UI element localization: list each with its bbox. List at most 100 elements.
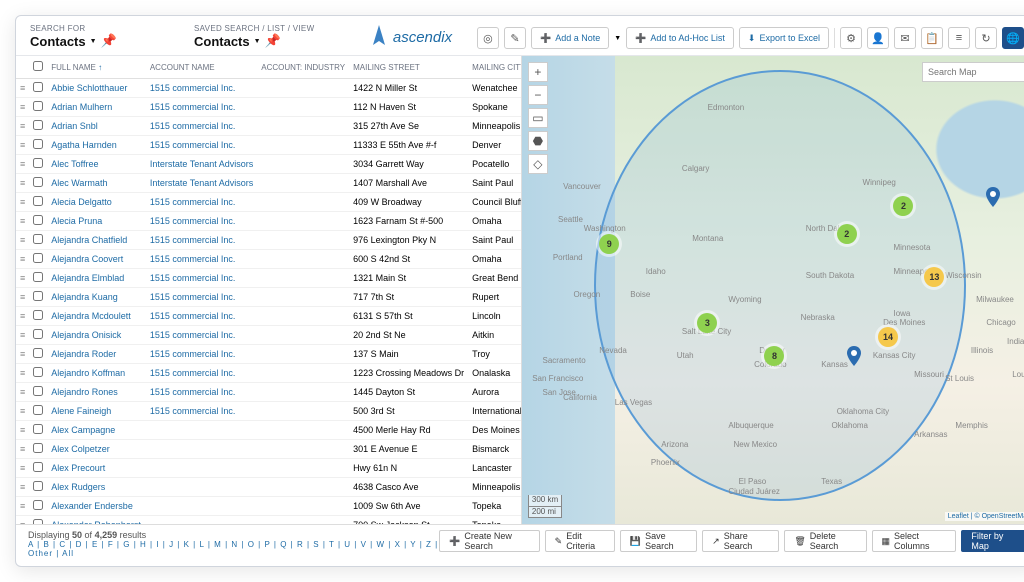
row-handle-icon[interactable]: ≡	[16, 326, 29, 345]
cell-account[interactable]: Interstate Tenant Advisors	[146, 174, 257, 193]
cell-account[interactable]: 1515 commercial Inc.	[146, 288, 257, 307]
row-checkbox[interactable]	[33, 101, 43, 111]
add-adhoc-button[interactable]: ➕ Add to Ad-Hoc List	[626, 27, 734, 49]
row-handle-icon[interactable]: ≡	[16, 478, 29, 497]
row-checkbox[interactable]	[33, 310, 43, 320]
delete-search-button[interactable]: 🗑 Delete Search	[784, 530, 866, 552]
map-search-input[interactable]	[922, 62, 1024, 82]
row-checkbox[interactable]	[33, 158, 43, 168]
row-handle-icon[interactable]: ≡	[16, 459, 29, 478]
cell-full-name[interactable]: Alec Warmath	[47, 174, 146, 193]
row-handle-icon[interactable]: ≡	[16, 212, 29, 231]
cell-full-name[interactable]: Agatha Harnden	[47, 136, 146, 155]
user-icon[interactable]: 👤	[867, 27, 889, 49]
cell-full-name[interactable]: Alene Faineigh	[47, 402, 146, 421]
cell-account[interactable]: 1515 commercial Inc.	[146, 383, 257, 402]
draw-poly-button[interactable]: ◇	[528, 154, 548, 174]
cell-full-name[interactable]: Alex Colpetzer	[47, 440, 146, 459]
cell-full-name[interactable]: Alejandra Chatfield	[47, 231, 146, 250]
map-pin[interactable]	[986, 187, 1000, 207]
row-checkbox[interactable]	[33, 215, 43, 225]
cell-full-name[interactable]: Adrian Snbl	[47, 117, 146, 136]
row-checkbox[interactable]	[33, 348, 43, 358]
filter-by-map-button[interactable]: Filter by Map	[961, 530, 1024, 552]
table-row[interactable]: ≡ Alejandra Coovert 1515 commercial Inc.…	[16, 250, 522, 269]
row-handle-icon[interactable]: ≡	[16, 174, 29, 193]
create-search-button[interactable]: ➕ Create New Search	[439, 530, 539, 552]
table-row[interactable]: ≡ Alejandra Elmblad 1515 commercial Inc.…	[16, 269, 522, 288]
map-toggle-icon[interactable]: 🌐	[1002, 27, 1024, 49]
share-search-button[interactable]: ↗ Share Search	[702, 530, 779, 552]
row-checkbox[interactable]	[33, 291, 43, 301]
map-cluster[interactable]: 9	[599, 234, 619, 254]
cell-full-name[interactable]: Alejandra Coovert	[47, 250, 146, 269]
cell-account[interactable]: 1515 commercial Inc.	[146, 326, 257, 345]
cell-full-name[interactable]: Alejandra Elmblad	[47, 269, 146, 288]
gear-icon[interactable]: ⚙	[840, 27, 862, 49]
table-row[interactable]: ≡ Alejandra Kuang 1515 commercial Inc. 7…	[16, 288, 522, 307]
row-handle-icon[interactable]: ≡	[16, 288, 29, 307]
cell-account[interactable]: 1515 commercial Inc.	[146, 345, 257, 364]
row-checkbox[interactable]	[33, 234, 43, 244]
col-account-name[interactable]: ACCOUNT NAME	[146, 56, 257, 79]
table-row[interactable]: ≡ Alene Faineigh 1515 commercial Inc. 50…	[16, 402, 522, 421]
cell-full-name[interactable]: Alejandra Mcdoulett	[47, 307, 146, 326]
row-checkbox[interactable]	[33, 481, 43, 491]
cell-full-name[interactable]: Alejandro Rones	[47, 383, 146, 402]
row-checkbox[interactable]	[33, 424, 43, 434]
cell-account[interactable]: 1515 commercial Inc.	[146, 193, 257, 212]
map-pin[interactable]	[847, 346, 861, 366]
cell-full-name[interactable]: Alecia Delgatto	[47, 193, 146, 212]
row-handle-icon[interactable]: ≡	[16, 193, 29, 212]
cell-full-name[interactable]: Abbie Schlotthauer	[47, 79, 146, 98]
map-cluster[interactable]: 13	[924, 267, 944, 287]
draw-circle-button[interactable]: ⬣	[528, 131, 548, 151]
cell-full-name[interactable]: Alejandra Roder	[47, 345, 146, 364]
row-checkbox[interactable]	[33, 367, 43, 377]
results-table-pane[interactable]: FULL NAME ↑ ACCOUNT NAME ACCOUNT: INDUST…	[16, 56, 522, 524]
row-checkbox[interactable]	[33, 139, 43, 149]
edit-icon[interactable]: ✎	[504, 27, 526, 49]
row-checkbox[interactable]	[33, 462, 43, 472]
row-handle-icon[interactable]: ≡	[16, 516, 29, 525]
col-city[interactable]: MAILING CITY	[468, 56, 522, 79]
cell-account[interactable]	[146, 478, 257, 497]
cell-account[interactable]: 1515 commercial Inc.	[146, 269, 257, 288]
row-handle-icon[interactable]: ≡	[16, 402, 29, 421]
row-handle-icon[interactable]: ≡	[16, 497, 29, 516]
table-row[interactable]: ≡ Alejandra Mcdoulett 1515 commercial In…	[16, 307, 522, 326]
cell-account[interactable]: 1515 commercial Inc.	[146, 402, 257, 421]
zoom-out-button[interactable]: −	[528, 85, 548, 105]
table-row[interactable]: ≡ Adrian Mulhern 1515 commercial Inc. 11…	[16, 98, 522, 117]
table-row[interactable]: ≡ Alex Rudgers 4638 Casco Ave Minneapoli…	[16, 478, 522, 497]
row-checkbox[interactable]	[33, 82, 43, 92]
table-row[interactable]: ≡ Alecia Pruna 1515 commercial Inc. 1623…	[16, 212, 522, 231]
target-icon[interactable]: ◎	[477, 27, 499, 49]
cell-full-name[interactable]: Alejandro Koffman	[47, 364, 146, 383]
row-handle-icon[interactable]: ≡	[16, 250, 29, 269]
cell-account[interactable]: 1515 commercial Inc.	[146, 212, 257, 231]
cell-account[interactable]: 1515 commercial Inc.	[146, 250, 257, 269]
table-row[interactable]: ≡ Alec Toffree Interstate Tenant Advisor…	[16, 155, 522, 174]
table-row[interactable]: ≡ Abbie Schlotthauer 1515 commercial Inc…	[16, 79, 522, 98]
row-handle-icon[interactable]: ≡	[16, 155, 29, 174]
cell-full-name[interactable]: Alejandra Kuang	[47, 288, 146, 307]
row-handle-icon[interactable]: ≡	[16, 345, 29, 364]
table-row[interactable]: ≡ Alex Precourt Hwy 61n N Lancaster WI	[16, 459, 522, 478]
cell-account[interactable]: Interstate Tenant Advisors	[146, 155, 257, 174]
cell-account[interactable]: 1515 commercial Inc.	[146, 117, 257, 136]
table-row[interactable]: ≡ Alexander Endersbe 1009 Sw 6th Ave Top…	[16, 497, 522, 516]
save-search-button[interactable]: 💾 Save Search	[620, 530, 697, 552]
row-handle-icon[interactable]: ≡	[16, 269, 29, 288]
row-handle-icon[interactable]: ≡	[16, 440, 29, 459]
cell-account[interactable]	[146, 497, 257, 516]
row-checkbox[interactable]	[33, 500, 43, 510]
cell-account[interactable]: 1515 commercial Inc.	[146, 98, 257, 117]
cell-account[interactable]	[146, 440, 257, 459]
table-row[interactable]: ≡ Alexander Rabenhorst 700 Sw Jackson St…	[16, 516, 522, 525]
table-row[interactable]: ≡ Alec Warmath Interstate Tenant Advisor…	[16, 174, 522, 193]
cell-full-name[interactable]: Alexander Endersbe	[47, 497, 146, 516]
table-row[interactable]: ≡ Agatha Harnden 1515 commercial Inc. 11…	[16, 136, 522, 155]
cell-full-name[interactable]: Alec Toffree	[47, 155, 146, 174]
table-row[interactable]: ≡ Alex Campagne 4500 Merle Hay Rd Des Mo…	[16, 421, 522, 440]
